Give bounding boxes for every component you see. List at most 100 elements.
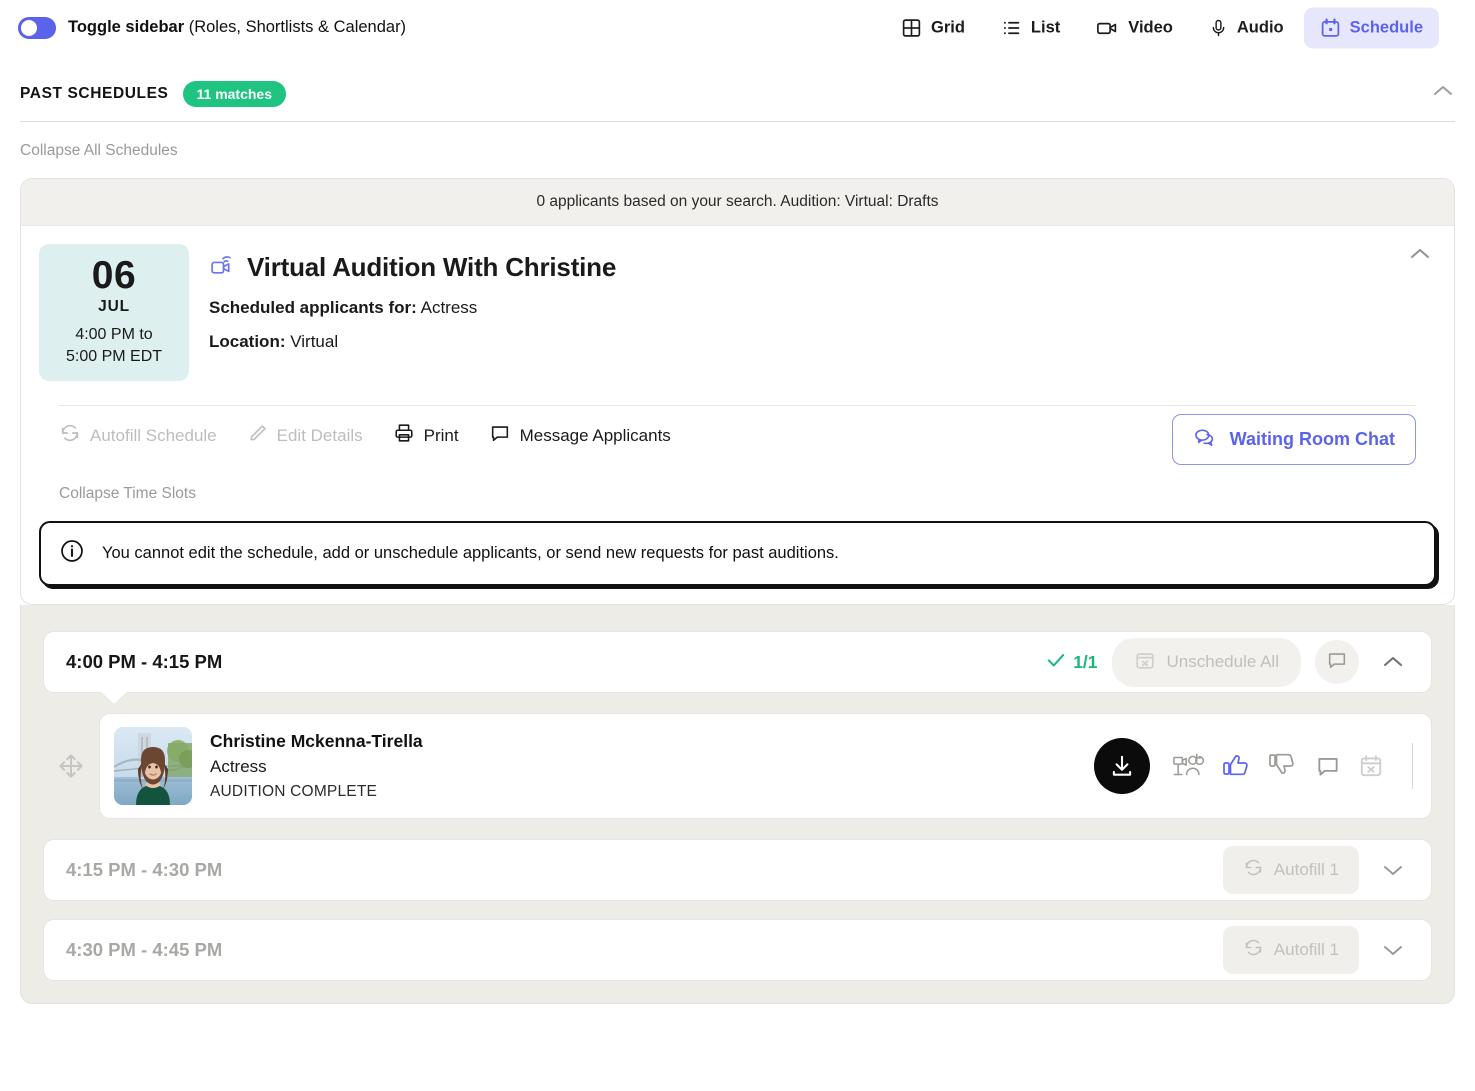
thumbs-up-icon[interactable] — [1222, 752, 1252, 780]
unschedule-calendar-icon[interactable] — [1358, 753, 1384, 779]
toggle-switch-icon[interactable] — [18, 16, 56, 39]
schedule-collapse-chevron-up-icon[interactable] — [1408, 246, 1432, 267]
edit-details-button[interactable]: Edit Details — [247, 423, 363, 449]
time-slot-controls: 1/1 Unschedule All — [1045, 637, 1413, 687]
time-slot-header[interactable]: 4:30 PM - 4:45 PM Autofill 1 — [43, 919, 1432, 982]
schedule-info: Virtual Audition With Christine Schedule… — [209, 244, 616, 381]
microphone-icon — [1209, 17, 1228, 38]
slot-notch — [100, 691, 128, 705]
time-slot-label: 4:30 PM - 4:45 PM — [66, 939, 223, 961]
time-slot-collapsed: 4:15 PM - 4:30 PM Autofill 1 — [43, 839, 1432, 902]
refresh-icon — [1243, 937, 1264, 963]
time-slot-label: 4:00 PM - 4:15 PM — [66, 651, 223, 673]
message-applicants-label: Message Applicants — [519, 425, 671, 445]
time-slot-controls: Autofill 1 — [1222, 926, 1413, 975]
comment-icon[interactable] — [1314, 753, 1342, 779]
collapse-time-slots-link[interactable]: Collapse Time Slots — [59, 485, 1436, 521]
autofill-schedule-button[interactable]: Autofill Schedule — [59, 422, 217, 449]
printer-icon — [393, 422, 415, 449]
collapse-all-schedules-link[interactable]: Collapse All Schedules — [20, 142, 1475, 160]
time-slot-header[interactable]: 4:00 PM - 4:15 PM 1/1 Unschedule All — [43, 631, 1432, 705]
autofill-slot-label: Autofill 1 — [1273, 860, 1339, 880]
action-divider — [1412, 743, 1413, 790]
print-label: Print — [423, 425, 459, 445]
time-slot-label: 4:15 PM - 4:30 PM — [66, 859, 223, 881]
slot-filled-count: 1/1 — [1045, 651, 1098, 674]
location-label: Location: — [209, 332, 286, 351]
sidebar-toggle-label-bold: Toggle sidebar — [68, 18, 185, 36]
past-audition-notice: You cannot edit the schedule, add or uns… — [39, 521, 1436, 587]
waiting-room-chat-button[interactable]: Waiting Room Chat — [1171, 414, 1416, 466]
applicant-card[interactable]: Christine Mckenna-Tirella Actress AUDITI… — [99, 713, 1432, 820]
virtual-audition-video-icon — [209, 250, 236, 284]
tab-list[interactable]: List — [985, 7, 1076, 48]
refresh-icon — [1243, 857, 1264, 883]
schedule-date-month: JUL — [98, 297, 130, 315]
schedule-date-day: 06 — [91, 254, 137, 297]
edit-details-label: Edit Details — [276, 425, 363, 445]
chat-bubbles-icon — [1193, 426, 1219, 453]
schedule-card: 0 applicants based on your search. Audit… — [20, 178, 1455, 606]
calendar-icon — [1320, 17, 1341, 38]
sidebar-toggle-label-rest: (Roles, Shortlists & Calendar) — [184, 18, 407, 36]
info-icon — [59, 538, 85, 569]
comment-icon — [489, 422, 511, 449]
message-applicants-button[interactable]: Message Applicants — [489, 422, 671, 449]
refresh-icon — [59, 422, 81, 449]
applicant-action-icons — [1094, 738, 1413, 795]
schedule-header-row: 06 JUL 4:00 PM to 5:00 PM EDT Virtual Au… — [39, 244, 1436, 382]
print-button[interactable]: Print — [393, 422, 459, 449]
thumbs-down-icon[interactable] — [1268, 752, 1298, 780]
schedule-time-start: 4:00 PM to — [75, 325, 153, 343]
tab-schedule[interactable]: Schedule — [1303, 7, 1439, 48]
past-audition-notice-text: You cannot edit the schedule, add or uns… — [102, 544, 839, 563]
grid-icon — [901, 17, 922, 38]
check-icon — [1045, 651, 1067, 674]
waiting-room-chat-label: Waiting Room Chat — [1229, 429, 1395, 450]
slot-expand-chevron-down-icon[interactable] — [1373, 936, 1413, 964]
tab-grid[interactable]: Grid — [885, 7, 981, 48]
slot-comment-button[interactable] — [1315, 640, 1359, 685]
top-toolbar: Toggle sidebar (Roles, Shortlists & Cale… — [0, 0, 1475, 55]
autofill-slot-label: Autofill 1 — [1273, 940, 1339, 960]
section-collapse-chevron-up-icon[interactable] — [1431, 83, 1455, 104]
drag-handle-icon[interactable] — [43, 751, 99, 781]
time-slot-header[interactable]: 4:15 PM - 4:30 PM Autofill 1 — [43, 839, 1432, 902]
page-title: Virtual Audition With Christine — [247, 251, 617, 282]
slot-expand-chevron-down-icon[interactable] — [1373, 856, 1413, 884]
section-title: PAST SCHEDULES — [20, 85, 169, 102]
request-redo-icon[interactable] — [1172, 752, 1206, 780]
schedule-actions-row: Autofill Schedule Edit Details Print Mes… — [59, 405, 1416, 466]
autofill-schedule-label: Autofill Schedule — [90, 425, 217, 445]
autofill-slot-button[interactable]: Autofill 1 — [1222, 926, 1359, 975]
time-slot-controls: Autofill 1 — [1222, 846, 1413, 895]
match-count-badge: 11 matches — [182, 81, 286, 107]
video-icon — [1096, 17, 1119, 38]
unschedule-all-button[interactable]: Unschedule All — [1111, 637, 1301, 687]
tab-audio-label: Audio — [1236, 18, 1284, 36]
view-mode-tabs: Grid List Video Audio Schedule — [885, 7, 1439, 48]
scheduled-applicants-value: Actress — [420, 298, 478, 317]
unschedule-all-label: Unschedule All — [1166, 652, 1279, 672]
applicant-name: Christine Mckenna-Tirella — [210, 731, 423, 752]
search-results-banner: 0 applicants based on your search. Audit… — [21, 179, 1454, 226]
schedule-date-time: 4:00 PM to 5:00 PM EDT — [47, 324, 181, 367]
autofill-slot-button[interactable]: Autofill 1 — [1222, 846, 1359, 895]
past-schedules-header: PAST SCHEDULES 11 matches — [20, 81, 1455, 122]
list-icon — [1001, 17, 1022, 38]
location-line: Location: Virtual — [209, 332, 616, 352]
slot-collapse-chevron-up-icon[interactable] — [1373, 648, 1413, 676]
time-slot-collapsed: 4:30 PM - 4:45 PM Autofill 1 — [43, 919, 1432, 982]
slot-count-label: 1/1 — [1073, 651, 1098, 672]
applicant-role: Actress — [210, 757, 267, 777]
location-value: Virtual — [290, 332, 339, 351]
tab-audio[interactable]: Audio — [1193, 7, 1300, 48]
sidebar-toggle[interactable]: Toggle sidebar (Roles, Shortlists & Cale… — [18, 16, 407, 39]
tab-list-label: List — [1030, 18, 1061, 36]
scheduled-applicants-label: Scheduled applicants for: — [209, 298, 417, 317]
schedule-date-box: 06 JUL 4:00 PM to 5:00 PM EDT — [39, 244, 189, 382]
download-button[interactable] — [1094, 738, 1150, 795]
tab-video[interactable]: Video — [1080, 7, 1189, 48]
time-slot-expanded: 4:00 PM - 4:15 PM 1/1 Unschedule All Chr… — [43, 631, 1432, 821]
applicant-status: AUDITION COMPLETE — [210, 783, 378, 801]
